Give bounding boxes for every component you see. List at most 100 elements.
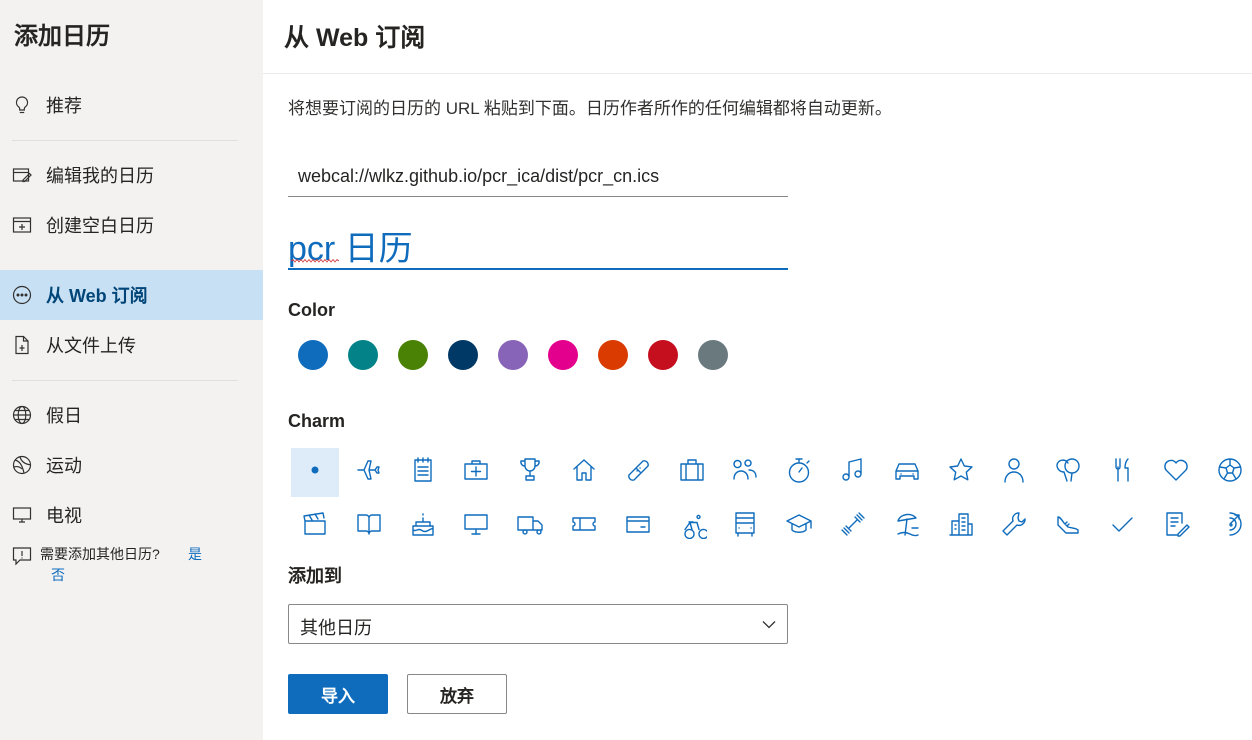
birthday-cake-icon [408,509,438,544]
charm-option[interactable] [990,448,1038,497]
sports-ball-icon [12,455,32,475]
charm-option[interactable] [614,502,662,551]
charm-option[interactable] [506,448,554,497]
charm-option[interactable] [668,502,716,551]
soccer-ball-icon [1215,455,1245,490]
color-swatch[interactable] [298,340,328,370]
person-icon [999,455,1029,490]
charm-option[interactable] [721,502,769,551]
add-to-dropdown[interactable]: 其他日历 [288,604,788,644]
charm-option[interactable] [1098,448,1146,497]
charm-option[interactable] [560,448,608,497]
charm-option[interactable] [829,448,877,497]
color-swatch[interactable] [648,340,678,370]
star-icon [946,455,976,490]
stopwatch-icon [784,455,814,490]
trophy-icon [515,455,545,490]
web-subscribe-icon [12,285,32,305]
charm-option[interactable] [775,502,823,551]
sidebar-item-edit-calendars[interactable]: 编辑我的日历 [0,150,263,200]
beach-icon [892,509,922,544]
charm-option[interactable] [1044,448,1092,497]
lightbulb-icon [12,95,32,115]
charm-option[interactable] [399,448,447,497]
charm-option[interactable] [1206,502,1252,551]
music-note-icon [838,455,868,490]
discard-button[interactable]: 放弃 [407,674,507,714]
color-label: Color [288,300,335,320]
edit-calendar-icon [12,165,32,185]
charm-option[interactable] [1098,502,1146,551]
page-title: 从 Web 订阅 [284,24,426,52]
sidebar: 添加日历 推荐 编辑我的日历 创建空白日历 从 Web 订阅 从文件上传 假日 … [0,0,263,740]
target-icon [1215,509,1245,544]
sidebar-item-label: 创建空白日历 [46,216,154,236]
notepad-icon [408,455,438,490]
sidebar-item-holidays[interactable]: 假日 [0,390,263,440]
color-swatch[interactable] [598,340,628,370]
add-to-dropdown-value: 其他日历 [300,618,372,638]
charm-option[interactable] [721,448,769,497]
monitor-icon [461,509,491,544]
charm-option[interactable] [560,502,608,551]
color-swatch[interactable] [548,340,578,370]
sidebar-item-label: 假日 [46,406,82,426]
ticket-icon [569,509,599,544]
color-swatch[interactable] [498,340,528,370]
charm-option[interactable] [883,502,931,551]
bus-icon [730,509,760,544]
sidebar-item-create-blank[interactable]: 创建空白日历 [0,200,263,250]
import-button[interactable]: 导入 [288,674,388,714]
charm-option[interactable] [345,448,393,497]
charm-option[interactable] [452,448,500,497]
sidebar-item-subscribe-web[interactable]: 从 Web 订阅 [0,270,263,320]
wrench-icon [999,509,1029,544]
charm-option[interactable] [291,502,339,551]
url-input[interactable] [288,156,788,197]
charm-option[interactable] [291,448,339,497]
sidebar-item-label: 从文件上传 [46,336,136,356]
first-aid-kit-icon [461,455,491,490]
sidebar-item-label: 电视 [46,506,82,526]
dot-icon [300,455,330,490]
charm-option[interactable] [452,502,500,551]
charm-option[interactable] [1206,448,1252,497]
help-yes-link[interactable]: 是 [188,544,202,564]
globe-icon [12,405,32,425]
sidebar-item-upload-file[interactable]: 从文件上传 [0,320,263,370]
charm-option[interactable] [1044,502,1092,551]
charm-option[interactable] [345,502,393,551]
heart-icon [1161,455,1191,490]
chevron-down-icon [761,617,777,636]
credit-card-icon [623,509,653,544]
charm-option[interactable] [668,448,716,497]
charm-option[interactable] [614,448,662,497]
charm-option[interactable] [883,448,931,497]
instructions-text: 将想要订阅的日历的 URL 粘贴到下面。日历作者所作的任何编辑都将自动更新。 [288,99,892,118]
help-no-link[interactable]: 否 [51,565,65,585]
charm-option[interactable] [990,502,1038,551]
edit-document-icon [1161,509,1191,544]
charm-option[interactable] [829,502,877,551]
home-icon [569,455,599,490]
color-swatch[interactable] [698,340,728,370]
charm-option[interactable] [1152,448,1200,497]
charm-option[interactable] [506,502,554,551]
charm-option[interactable] [937,502,985,551]
calendar-name-input[interactable] [288,222,788,270]
sneaker-icon [1053,509,1083,544]
sidebar-item-sports[interactable]: 运动 [0,440,263,490]
color-swatch[interactable] [398,340,428,370]
color-swatch[interactable] [348,340,378,370]
sidebar-item-recommended[interactable]: 推荐 [0,80,263,130]
charm-option[interactable] [399,502,447,551]
sidebar-item-label: 推荐 [46,96,82,116]
help-text: 需要添加其他日历? [40,546,160,562]
charm-option[interactable] [937,448,985,497]
car-icon [892,455,922,490]
color-swatch[interactable] [448,340,478,370]
sidebar-item-tv[interactable]: 电视 [0,490,263,540]
clapperboard-icon [300,509,330,544]
charm-option[interactable] [775,448,823,497]
charm-option[interactable] [1152,502,1200,551]
